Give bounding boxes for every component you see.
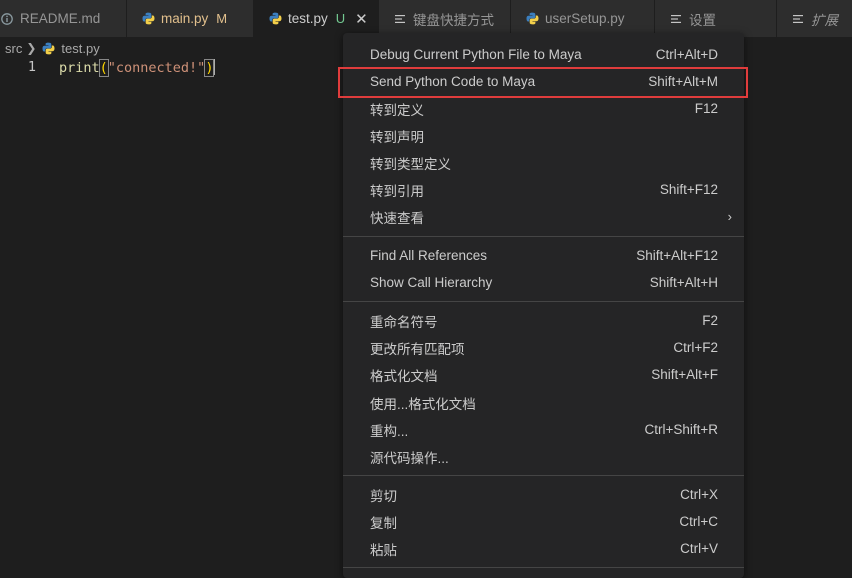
highlight-box	[338, 67, 748, 98]
menu-divider	[343, 567, 744, 568]
menu-item-shortcut: Ctrl+V	[680, 541, 718, 556]
modified-badge: M	[216, 11, 228, 26]
menu-divider	[343, 301, 744, 302]
menu-item-refactor[interactable]: 重构... Ctrl+Shift+R	[343, 416, 744, 443]
menu-item-label: 粘贴	[370, 542, 397, 558]
menu-item-shortcut: F12	[694, 101, 718, 116]
code-paren-close: )	[204, 59, 215, 77]
info-icon	[0, 12, 14, 26]
menu-item-go-to-type-definition[interactable]: 转到类型定义	[343, 149, 744, 176]
menu-item-go-to-definition[interactable]: 转到定义 F12	[343, 95, 744, 122]
menu-item-shortcut: Shift+F12	[659, 182, 718, 197]
tab-test-py[interactable]: test.py U ✕	[254, 0, 379, 37]
menu-item-go-to-references[interactable]: 转到引用 Shift+F12	[343, 176, 744, 203]
menu-item-label: 复制	[370, 515, 397, 531]
python-icon	[525, 12, 539, 26]
tab-keyboard-shortcuts[interactable]: 键盘快捷方式	[379, 0, 511, 37]
menu-item-label: 转到引用	[370, 183, 424, 199]
menu-item-peek[interactable]: 快速查看 ›	[343, 203, 744, 230]
menu-item-find-all-references[interactable]: Find All References Shift+Alt+F12	[343, 242, 744, 269]
tab-label: test.py	[288, 11, 328, 26]
menu-item-label: 转到类型定义	[370, 156, 451, 172]
menu-item-label: Find All References	[370, 248, 488, 263]
menu-item-label: Show Call Hierarchy	[370, 275, 493, 290]
menu-item-cut[interactable]: 剪切 Ctrl+X	[343, 481, 744, 508]
breadcrumb: src ❯ test.py	[0, 37, 345, 59]
code-line[interactable]: 1 print("connected!")	[0, 58, 340, 78]
menu-item-paste[interactable]: 粘贴 Ctrl+V	[343, 535, 744, 562]
tab-readme[interactable]: README.md	[0, 0, 127, 37]
tab-label: README.md	[20, 11, 101, 26]
breadcrumb-file[interactable]: test.py	[61, 41, 99, 56]
menu-item-debug-to-maya[interactable]: Debug Current Python File to Maya Ctrl+A…	[343, 41, 744, 68]
menu-item-shortcut: Ctrl+Alt+D	[655, 47, 718, 62]
list-icon	[393, 12, 407, 26]
menu-item-rename-symbol[interactable]: 重命名符号 F2	[343, 307, 744, 334]
menu-item-shortcut: Ctrl+X	[680, 487, 718, 502]
chevron-right-icon: ›	[727, 209, 732, 224]
menu-item-label: Debug Current Python File to Maya	[370, 47, 582, 62]
text-cursor	[214, 59, 216, 75]
menu-item-shortcut: F2	[702, 313, 718, 328]
menu-item-label: 使用...格式化文档	[370, 396, 476, 412]
menu-item-source-action[interactable]: 源代码操作...	[343, 443, 744, 470]
menu-item-label: 更改所有匹配项	[370, 341, 465, 357]
menu-item-go-to-declaration[interactable]: 转到声明	[343, 122, 744, 149]
menu-item-shortcut: Ctrl+Shift+R	[644, 422, 718, 437]
chevron-right-icon: ❯	[26, 41, 37, 55]
python-icon	[42, 42, 55, 55]
python-icon	[268, 12, 282, 26]
menu-item-label: 剪切	[370, 488, 397, 504]
menu-item-shortcut: Shift+Alt+F	[651, 367, 718, 382]
menu-item-show-call-hierarchy[interactable]: Show Call Hierarchy Shift+Alt+H	[343, 269, 744, 296]
line-number: 1	[27, 59, 36, 75]
menu-divider	[343, 475, 744, 476]
close-icon[interactable]: ✕	[355, 10, 368, 28]
tab-label: main.py	[161, 11, 209, 26]
menu-divider	[343, 236, 744, 237]
menu-item-label: 重命名符号	[370, 314, 438, 330]
code-text[interactable]: print("connected!")	[59, 59, 216, 77]
python-icon	[141, 12, 155, 26]
tab-label: userSetup.py	[545, 11, 625, 26]
menu-item-change-all-occurrences[interactable]: 更改所有匹配项 Ctrl+F2	[343, 334, 744, 361]
tab-label: 键盘快捷方式	[413, 12, 494, 28]
tab-settings[interactable]: 设置	[655, 0, 777, 37]
menu-item-label: 转到声明	[370, 129, 424, 145]
menu-item-shortcut: Ctrl+F2	[673, 340, 718, 355]
menu-item-shortcut: Ctrl+C	[679, 514, 718, 529]
menu-item-copy[interactable]: 复制 Ctrl+C	[343, 508, 744, 535]
menu-item-label: 源代码操作...	[370, 450, 449, 466]
code-function: print	[59, 60, 100, 76]
code-string: "connected!"	[107, 60, 206, 76]
menu-item-label: 格式化文档	[370, 368, 438, 384]
untracked-badge: U	[335, 11, 346, 26]
context-menu: Debug Current Python File to Maya Ctrl+A…	[338, 33, 748, 578]
tab-label: 设置	[689, 12, 716, 28]
menu-item-label: 转到定义	[370, 102, 424, 118]
tab-main-py[interactable]: main.py M	[127, 0, 254, 37]
menu-item-format-document-with[interactable]: 使用...格式化文档	[343, 389, 744, 416]
menu-item-shortcut: Shift+Alt+F12	[636, 248, 718, 263]
tab-usersetup-py[interactable]: userSetup.py	[511, 0, 655, 37]
menu-item-shortcut: Shift+Alt+H	[649, 275, 718, 290]
list-icon	[791, 12, 805, 26]
list-icon	[669, 12, 683, 26]
tab-extensions[interactable]: 扩展	[777, 0, 852, 37]
menu-item-format-document[interactable]: 格式化文档 Shift+Alt+F	[343, 361, 744, 388]
breadcrumb-folder[interactable]: src	[5, 41, 22, 56]
tab-label: 扩展	[811, 12, 838, 28]
editor-tab-bar: README.md main.py M test.py U ✕ 键盘快捷方式 u…	[0, 0, 852, 37]
menu-item-label: 重构...	[370, 423, 409, 439]
menu-item-label: 快速查看	[370, 210, 424, 226]
code-paren-open: (	[98, 59, 109, 77]
